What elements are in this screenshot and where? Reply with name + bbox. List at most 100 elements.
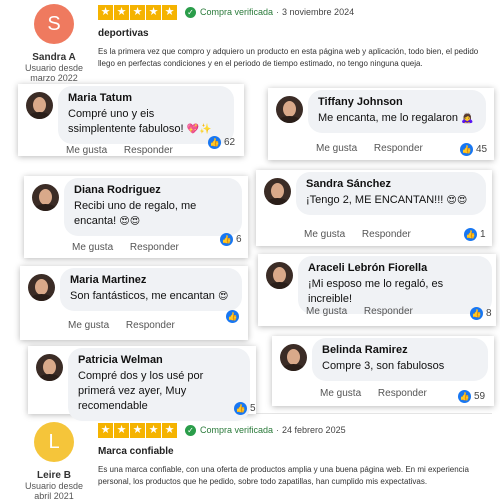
like-link[interactable]: Me gusta bbox=[316, 143, 357, 154]
review-body: ★ ★ ★ ★ ★ ✓ Compra verificada · 24 febre… bbox=[98, 422, 492, 488]
comment-actions: Me gusta Responder bbox=[72, 242, 193, 253]
reviewer-info: L Leire B Usuario desde abril 2021 bbox=[20, 422, 88, 500]
separator: · bbox=[276, 7, 280, 17]
review-page: S Sandra A Usuario desde marzo 2022 ★ ★ … bbox=[0, 0, 500, 500]
thumbs-up-icon: 👍 bbox=[464, 228, 477, 241]
commenter-avatar[interactable] bbox=[264, 178, 291, 205]
reaction-count[interactable]: 👍 bbox=[226, 310, 242, 323]
comment-text: Compre 3, son fabulosos bbox=[322, 360, 445, 372]
commenter-avatar[interactable] bbox=[36, 354, 63, 381]
reaction-number: 45 bbox=[476, 144, 488, 155]
comment-card: Maria Tatum Compré uno y eis ssimplenten… bbox=[18, 84, 244, 156]
like-link[interactable]: Me gusta bbox=[66, 145, 107, 156]
commenter-avatar[interactable] bbox=[280, 344, 307, 371]
reply-link[interactable]: Responder bbox=[126, 320, 175, 331]
star-icon: ★ bbox=[146, 4, 161, 20]
like-link[interactable]: Me gusta bbox=[306, 306, 347, 317]
reaction-number: 8 bbox=[486, 308, 492, 319]
thumbs-up-icon: 👍 bbox=[226, 310, 239, 323]
reply-link[interactable]: Responder bbox=[364, 306, 413, 317]
commenter-name[interactable]: Araceli Lebrón Fiorella bbox=[308, 262, 482, 274]
reaction-count[interactable]: 👍 59 bbox=[458, 390, 485, 403]
avatar: S bbox=[34, 4, 74, 44]
verified-purchase-label: Compra verificada bbox=[200, 425, 274, 435]
review-title: deportivas bbox=[98, 28, 149, 39]
review-text: Es una marca confiable, con una oferta d… bbox=[98, 465, 469, 486]
review-meta: ★ ★ ★ ★ ★ ✓ Compra verificada · 24 febre… bbox=[98, 422, 492, 438]
reply-link[interactable]: Responder bbox=[378, 388, 427, 399]
star-icon: ★ bbox=[114, 4, 129, 20]
comment-actions: Me gusta Responder bbox=[304, 229, 425, 240]
commenter-avatar[interactable] bbox=[32, 184, 59, 211]
reaction-count[interactable]: 👍 5 bbox=[234, 402, 256, 415]
reply-link[interactable]: Responder bbox=[374, 143, 423, 154]
comment-bubble: Tiffany Johnson Me encanta, me lo regala… bbox=[308, 90, 486, 133]
commenter-name[interactable]: Sandra Sánchez bbox=[306, 178, 476, 190]
commenter-name[interactable]: Patricia Welman bbox=[78, 354, 240, 366]
comment-text: Compré uno y eis ssimplentente fabuloso!… bbox=[68, 108, 212, 135]
reply-link[interactable]: Responder bbox=[362, 229, 411, 240]
reply-link[interactable]: Responder bbox=[124, 145, 173, 156]
star-icon: ★ bbox=[162, 422, 177, 438]
comment-text: ¡Tengo 2, ME ENCANTAN!!! 😍😍 bbox=[306, 194, 468, 206]
reaction-number: 62 bbox=[224, 137, 236, 148]
reaction-number: 59 bbox=[474, 391, 486, 402]
reviewer-info: S Sandra A Usuario desde marzo 2022 bbox=[20, 4, 88, 83]
commenter-avatar[interactable] bbox=[28, 274, 55, 301]
comment-actions: Me gusta Responder bbox=[68, 320, 189, 331]
verified-purchase-label: Compra verificada bbox=[200, 7, 274, 17]
reviewer-name[interactable]: Sandra A bbox=[20, 52, 88, 63]
comment-text: Me encanta, me lo regalaron 🙇‍♀️ bbox=[318, 112, 474, 124]
reaction-count[interactable]: 👍 1 bbox=[464, 228, 486, 241]
reaction-count[interactable]: 👍 8 bbox=[470, 307, 492, 320]
emoji-icon: 😍😍 bbox=[446, 195, 468, 206]
commenter-name[interactable]: Tiffany Johnson bbox=[318, 96, 476, 108]
comment-text: Compré dos y los usé por primerá vez aye… bbox=[78, 370, 204, 412]
avatar: L bbox=[34, 422, 74, 462]
thumbs-up-icon: 👍 bbox=[234, 402, 247, 415]
reaction-number: 5 bbox=[250, 403, 256, 414]
reaction-count[interactable]: 👍 45 bbox=[460, 143, 487, 156]
star-icon: ★ bbox=[130, 4, 145, 20]
emoji-icon: 😍😍 bbox=[119, 216, 141, 227]
commenter-avatar[interactable] bbox=[26, 92, 53, 119]
comment-card: Belinda Ramirez Compre 3, son fabulosos … bbox=[272, 336, 494, 406]
star-icon: ★ bbox=[98, 422, 113, 438]
star-icon: ★ bbox=[146, 422, 161, 438]
thumbs-up-icon: 👍 bbox=[458, 390, 471, 403]
commenter-name[interactable]: Maria Tatum bbox=[68, 92, 224, 104]
commenter-name[interactable]: Maria Martinez bbox=[70, 274, 232, 286]
reviewer-name[interactable]: Leire B bbox=[20, 470, 88, 481]
comment-bubble: Sandra Sánchez ¡Tengo 2, ME ENCANTAN!!! … bbox=[296, 172, 486, 215]
comment-card: Tiffany Johnson Me encanta, me lo regala… bbox=[268, 88, 494, 160]
review-text: Es la primera vez que compro y adquiero … bbox=[98, 47, 479, 68]
like-link[interactable]: Me gusta bbox=[320, 388, 361, 399]
reaction-count[interactable]: 👍 6 bbox=[220, 233, 242, 246]
separator: · bbox=[276, 425, 280, 435]
comment-bubble: Maria Martinez Son fantásticos, me encan… bbox=[60, 268, 242, 311]
comment-actions: Me gusta Responder bbox=[316, 143, 437, 154]
commenter-name[interactable]: Diana Rodriguez bbox=[74, 184, 232, 196]
like-link[interactable]: Me gusta bbox=[72, 242, 113, 253]
comment-actions: Me gusta Responder bbox=[306, 306, 427, 317]
like-link[interactable]: Me gusta bbox=[304, 229, 345, 240]
member-since-date: abril 2021 bbox=[34, 491, 74, 500]
comment-bubble: Patricia Welman Compré dos y los usé por… bbox=[68, 348, 250, 421]
comment-card: Maria Martinez Son fantásticos, me encan… bbox=[20, 266, 248, 340]
like-link[interactable]: Me gusta bbox=[68, 320, 109, 331]
star-icon: ★ bbox=[130, 422, 145, 438]
reaction-count[interactable]: 👍 62 bbox=[208, 136, 235, 149]
comment-text: Recibi uno de regalo, me encanta! 😍😍 bbox=[74, 200, 197, 227]
comment-actions: Me gusta Responder bbox=[66, 145, 187, 156]
commenter-avatar[interactable] bbox=[276, 96, 303, 123]
star-icon: ★ bbox=[98, 4, 113, 20]
comment-card: Diana Rodriguez Recibi uno de regalo, me… bbox=[24, 176, 248, 258]
thumbs-up-icon: 👍 bbox=[460, 143, 473, 156]
reply-link[interactable]: Responder bbox=[130, 242, 179, 253]
comment-bubble: Belinda Ramirez Compre 3, son fabulosos bbox=[312, 338, 488, 381]
review-body: ★ ★ ★ ★ ★ ✓ Compra verificada · 3 noviem… bbox=[98, 4, 492, 70]
commenter-name[interactable]: Belinda Ramirez bbox=[322, 344, 478, 356]
comment-text: Son fantásticos, me encantan 😍 bbox=[70, 290, 229, 302]
member-since-date: marzo 2022 bbox=[30, 73, 78, 83]
commenter-avatar[interactable] bbox=[266, 262, 293, 289]
